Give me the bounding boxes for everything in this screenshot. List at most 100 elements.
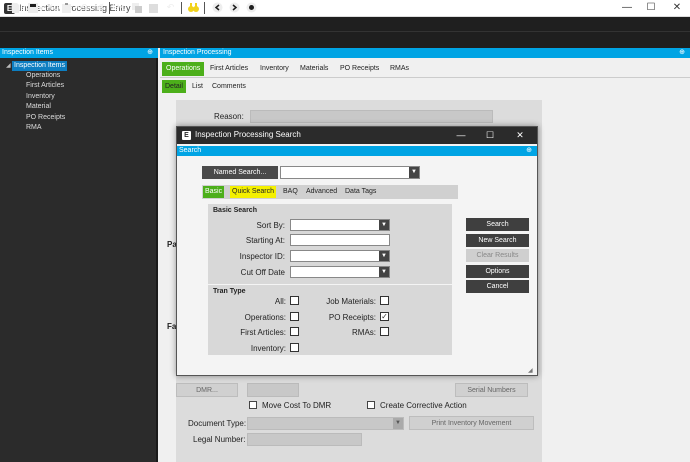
job-materials-label: Job Materials: — [326, 297, 376, 306]
rmas-checkbox[interactable] — [380, 327, 389, 336]
reason-field[interactable] — [250, 110, 493, 123]
dropdown-icon: ▼ — [409, 167, 419, 178]
inventory-checkbox[interactable] — [290, 343, 299, 352]
reason-label: Reason: — [214, 112, 244, 121]
copy-icon[interactable] — [131, 2, 142, 13]
tree-item-rma[interactable]: RMA — [26, 124, 42, 131]
tree-item-inventory[interactable]: Inventory — [26, 93, 55, 100]
dropdown-icon: ▼ — [379, 220, 389, 230]
pin-icon[interactable]: ⊕ — [679, 48, 685, 58]
pin-icon[interactable]: ⊕ — [147, 48, 153, 58]
tree-item-operations[interactable]: Operations — [26, 72, 60, 79]
cut-off-date-label: Cut Off Date — [240, 268, 285, 277]
resize-grip-icon[interactable]: ◢ — [528, 368, 535, 375]
stop-icon[interactable] — [246, 2, 257, 13]
tab-quick-search[interactable]: Quick Search — [230, 186, 277, 198]
subtab-list[interactable]: List — [189, 80, 206, 93]
close-button[interactable]: ✕ — [670, 1, 684, 15]
dmr-button[interactable]: DMR... — [176, 383, 238, 397]
po-receipts-checkbox[interactable]: ✓ — [380, 312, 389, 321]
sort-by-select[interactable]: ▼ — [290, 219, 390, 231]
document-type-label: Document Type: — [188, 419, 247, 428]
subtab-detail[interactable]: Detail — [162, 80, 186, 93]
tree-item-po-receipts[interactable]: PO Receipts — [26, 114, 65, 121]
first-articles-checkbox[interactable] — [290, 327, 299, 336]
search-button[interactable]: Search — [466, 218, 529, 231]
toolbar-separator — [204, 2, 205, 14]
named-search-button[interactable]: Named Search... — [202, 166, 278, 179]
cancel-button[interactable]: Cancel — [466, 280, 529, 293]
starting-at-input[interactable] — [290, 234, 390, 246]
minimize-button[interactable]: — — [620, 1, 634, 15]
main-header-label: Inspection Processing — [163, 49, 232, 56]
new-icon[interactable] — [10, 2, 21, 13]
all-label: All: — [274, 297, 286, 306]
tree-header-label: Inspection Items — [2, 49, 53, 56]
tab-basic[interactable]: Basic — [203, 186, 225, 198]
first-articles-label: First Articles: — [240, 328, 286, 337]
all-checkbox[interactable] — [290, 296, 299, 305]
clipboard-icon[interactable] — [61, 2, 72, 13]
corrective-action-checkbox[interactable] — [367, 401, 375, 409]
print-inventory-movement-button[interactable]: Print Inventory Movement — [409, 416, 534, 430]
tree-item-inspection-items[interactable]: Inspection Items — [12, 61, 67, 71]
subtab-comments[interactable]: Comments — [209, 80, 249, 93]
document-type-select[interactable]: ▼ — [247, 417, 404, 430]
attach-icon[interactable]: ✐ — [95, 2, 106, 13]
binoculars-icon[interactable] — [188, 2, 199, 13]
named-search-select[interactable]: ▼ — [280, 166, 420, 179]
tree-item-first-articles[interactable]: First Articles — [26, 82, 64, 89]
basic-search-title: Basic Search — [213, 207, 257, 214]
legal-number-field[interactable] — [247, 433, 362, 446]
forward-icon[interactable] — [229, 2, 240, 13]
pin-icon[interactable]: ⊕ — [526, 146, 532, 156]
tree-panel — [0, 48, 158, 462]
sort-by-label: Sort By: — [256, 221, 285, 230]
tab-data-tags[interactable]: Data Tags — [343, 186, 378, 198]
dialog-minimize-button[interactable]: — — [454, 129, 468, 141]
dialog-title: Inspection Processing Search — [195, 130, 301, 139]
tree-item-material[interactable]: Material — [26, 103, 51, 110]
undo-icon[interactable]: ↶ — [165, 2, 176, 13]
maximize-button[interactable]: ☐ — [644, 1, 658, 15]
tab-advanced[interactable]: Advanced — [304, 186, 339, 198]
tab-inventory[interactable]: Inventory — [256, 62, 293, 76]
tab-baq[interactable]: BAQ — [281, 186, 300, 198]
dialog-search-header: Search ⊕ — [177, 146, 537, 156]
dialog-maximize-button[interactable]: ☐ — [483, 129, 497, 141]
partial-label: Fa — [167, 322, 177, 331]
refresh-icon[interactable]: ⟲ — [78, 2, 89, 13]
menu-bar — [0, 17, 690, 31]
legal-number-label: Legal Number: — [193, 435, 246, 444]
delete-icon[interactable]: ✕ — [44, 2, 55, 13]
tab-po-receipts[interactable]: PO Receipts — [336, 62, 383, 76]
tab-first-articles[interactable]: First Articles — [206, 62, 252, 76]
clear-results-button[interactable]: Clear Results — [466, 249, 529, 262]
dmr-field[interactable] — [247, 383, 299, 397]
tree-panel-header: Inspection Items ⊕ — [0, 48, 158, 58]
corrective-action-label: Create Corrective Action — [380, 401, 467, 410]
operations-checkbox[interactable] — [290, 312, 299, 321]
inspector-id-select[interactable]: ▼ — [290, 250, 390, 262]
move-cost-checkbox[interactable] — [249, 401, 257, 409]
serial-numbers-button[interactable]: Serial Numbers — [455, 383, 528, 397]
tab-operations[interactable]: Operations — [162, 62, 205, 76]
tree-expand-icon[interactable]: ◢ — [6, 62, 11, 69]
toolbar-separator — [181, 2, 182, 14]
main-panel-header: Inspection Processing ⊕ — [160, 48, 690, 58]
save-icon[interactable] — [27, 2, 38, 13]
dialog-close-button[interactable]: ✕ — [513, 129, 527, 141]
cut-icon[interactable]: ✂ — [115, 2, 126, 13]
tab-materials[interactable]: Materials — [296, 62, 332, 76]
new-search-button[interactable]: New Search — [466, 234, 529, 247]
options-button[interactable]: Options — [466, 265, 529, 278]
dialog-header-label: Search — [179, 147, 202, 154]
job-materials-checkbox[interactable] — [380, 296, 389, 305]
dialog-app-icon: E — [182, 131, 191, 140]
cut-off-date-select[interactable]: ▼ — [290, 266, 390, 278]
back-icon[interactable] — [212, 2, 223, 13]
paste-icon[interactable] — [148, 2, 159, 13]
operations-label: Operations: — [244, 313, 286, 322]
inventory-label: Inventory: — [250, 344, 286, 353]
tab-rmas[interactable]: RMAs — [386, 62, 413, 76]
